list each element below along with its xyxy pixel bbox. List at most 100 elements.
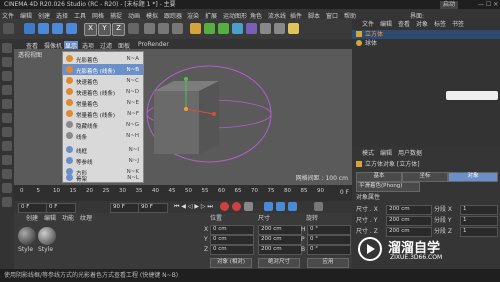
layout-select[interactable]: 启动 [440,1,459,9]
tab-coord[interactable]: 坐标 [402,172,448,182]
menu-item-skeleton[interactable]: 骨架 N~L [63,173,143,183]
skeleton-icon [66,174,73,181]
menu-item-quick[interactable]: 快速着色 N~C [63,75,143,86]
z-axis-icon[interactable]: Z [112,23,125,36]
timeline-ruler[interactable]: 0 5 10 15 20 25 30 35 40 45 50 55 60 65 70 75 80 85 90 0 F [14,185,352,201]
autokey-icon[interactable] [232,202,241,211]
object-row-sphere[interactable]: 球体 [352,39,500,48]
live-select-icon[interactable] [24,23,35,34]
mat-menu-create[interactable]: 创建 [26,216,38,222]
menu-item-constant[interactable]: 常量着色 N~E [63,97,143,108]
object-row-cube[interactable]: 立方体 [352,30,500,39]
play-logo-icon [358,237,382,261]
preview-end-field[interactable]: 90 F [138,203,168,213]
material-ball-1[interactable] [18,227,36,245]
keyframe-selection-icon[interactable] [244,202,253,211]
move-icon[interactable] [38,23,49,34]
rot-h-field[interactable]: 0 ° [307,225,351,235]
cloner-icon[interactable] [232,23,243,34]
snap-icon[interactable] [2,169,12,179]
lock-workplane-icon[interactable] [2,183,12,193]
attr-menu-userdata[interactable]: 用户数据 [398,151,422,157]
pen-icon[interactable] [204,23,215,34]
light-icon[interactable] [288,23,299,34]
coord-mode-select[interactable]: 对象 (相对) [210,258,252,268]
size-y-field[interactable]: 200 cm [258,235,302,245]
record-icon[interactable] [220,202,229,211]
menu-item-wireframe[interactable]: 线框 N~I [63,144,143,155]
scene-icon[interactable] [260,23,271,34]
camera-icon[interactable] [274,23,285,34]
tab-basic[interactable]: 基本 [356,172,402,182]
tab-phong[interactable]: 平滑着色(Phong) [356,182,420,192]
planar-workplane-icon[interactable] [2,197,12,207]
end-frame-field[interactable]: 90 F [110,203,140,213]
scale-icon[interactable] [52,23,63,34]
workplane-icon[interactable] [2,85,12,95]
menu-item-gouraud-lines[interactable]: 光影着色 (线条) N~B [63,64,143,75]
x-axis-icon[interactable]: X [84,23,97,36]
make-editable-icon[interactable] [2,43,12,53]
mat-menu-texture[interactable]: 纹理 [80,216,92,222]
pos-x-field[interactable]: 0 cm [210,225,254,235]
mat-menu-function[interactable]: 功能 [62,216,74,222]
segments-x-input[interactable]: 1 [460,205,498,215]
coordinate-system-icon[interactable] [128,23,139,34]
edges-mode-icon[interactable] [2,113,12,123]
polygons-mode-icon[interactable] [2,127,12,137]
size-x-field[interactable]: 200 cm [258,225,302,235]
pos-z-field[interactable]: 0 cm [210,245,254,255]
mat-menu-edit[interactable]: 编辑 [44,216,56,222]
obj-menu-edit[interactable]: 编辑 [380,22,392,28]
render-settings-icon[interactable] [172,23,183,34]
playback-controls[interactable]: ⏮ ◀ ◁ ▶ ▷ ⏭ [174,204,213,210]
undo-icon[interactable] [3,23,14,34]
material-ball-2[interactable] [38,227,56,245]
attr-menu-mode[interactable]: 模式 [362,151,374,157]
shading-icon [66,99,73,106]
attr-menu-edit[interactable]: 编辑 [380,151,392,157]
rot-p-field[interactable]: 0 ° [307,235,351,245]
rot-b-field[interactable]: 0 ° [307,245,351,255]
size-y-input[interactable]: 200 cm [386,216,432,226]
obj-menu-bookmarks[interactable]: 书签 [452,22,464,28]
obj-menu-tags[interactable]: 标签 [434,22,446,28]
start-frame-field[interactable]: 0 F [18,203,48,213]
menu-item-lines[interactable]: 线条 N~H [63,130,143,141]
tweak-mode-icon[interactable] [2,155,12,165]
size-x-input[interactable]: 200 cm [386,205,432,215]
menu-item-hidden-line[interactable]: 隐藏线条 N~G [63,119,143,130]
cube-icon[interactable] [190,23,201,34]
deformer-icon[interactable] [246,23,257,34]
apply-button[interactable]: 应用 [307,258,349,268]
obj-menu-view[interactable]: 查看 [398,22,410,28]
window-controls[interactable]: — ☐ ✕ [478,2,498,8]
subdivision-icon[interactable] [218,23,229,34]
size-mode-select[interactable]: 绝对尺寸 [258,258,300,268]
y-axis-icon[interactable]: Y [98,23,111,36]
pos-y-field[interactable]: 0 cm [210,235,254,245]
menu-item-isoparms[interactable]: 等参线 N~J [63,155,143,166]
timeline-menu-icon[interactable] [314,202,323,211]
scale-key-icon[interactable] [276,202,285,211]
obj-menu-object[interactable]: 对象 [416,22,428,28]
tab-object[interactable]: 对象 [448,172,498,182]
size-z-field[interactable]: 200 cm [258,245,302,255]
position-key-icon[interactable] [264,202,273,211]
rotate-icon[interactable] [66,23,77,34]
segments-y-input[interactable]: 1 [460,216,498,226]
viewport-menu-prorender[interactable]: ProRender [138,41,169,48]
texture-mode-icon[interactable] [2,71,12,81]
menu-item-constant-lines[interactable]: 常量着色 (线条) N~F [63,108,143,119]
points-mode-icon[interactable] [2,99,12,109]
current-frame-field[interactable]: 0 F [46,203,76,213]
menu-item-gouraud[interactable]: 光影着色 N~A [63,53,143,64]
render-view-icon[interactable] [144,23,155,34]
axis-mode-icon[interactable] [2,141,12,151]
model-mode-icon[interactable] [2,57,12,67]
render-picture-viewer-icon[interactable] [158,23,169,34]
timeline-tick: 75 [267,188,275,194]
menu-item-quick-lines[interactable]: 快速着色 (线条) N~D [63,86,143,97]
rotation-key-icon[interactable] [288,202,297,211]
obj-menu-file[interactable]: 文件 [362,22,374,28]
